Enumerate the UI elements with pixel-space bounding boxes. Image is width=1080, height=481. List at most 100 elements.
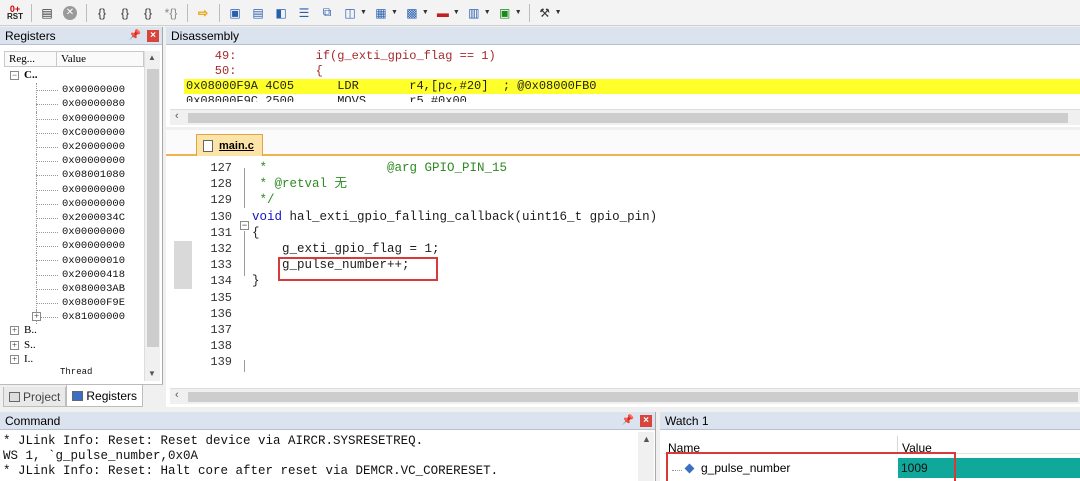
fold-line <box>244 231 245 276</box>
register-row[interactable]: 0x00000000 <box>4 111 144 126</box>
fold-toggle-icon[interactable]: − <box>240 221 249 230</box>
register-row[interactable]: 0xC0000000 <box>4 125 144 140</box>
register-row[interactable]: 0x00000010 <box>4 253 144 268</box>
code-line[interactable] <box>252 338 1072 354</box>
register-row-partial[interactable]: Thread <box>4 367 144 377</box>
register-row[interactable]: +0x81000000 <box>4 310 144 325</box>
current-instruction-line[interactable]: 0x08000F9A 4C05 LDR r4,[pc,#20] ; @0x080… <box>184 79 1080 94</box>
register-group-core[interactable]: − C.. <box>4 69 144 83</box>
show-next-statement-button[interactable]: ⇨ <box>192 2 214 24</box>
code-line[interactable]: * @retval 无 <box>252 176 1072 192</box>
register-row[interactable]: 0x20000418 <box>4 267 144 282</box>
memory-windows-button[interactable]: ▦ <box>370 2 392 24</box>
step-into-button[interactable]: {} <box>91 2 113 24</box>
tab-registers[interactable]: Registers <box>66 385 144 407</box>
value-column-header[interactable]: Value <box>898 436 932 455</box>
registers-scrollbar[interactable]: ▲ ▼ <box>144 51 160 381</box>
memory-windows-dropdown[interactable]: ▼ <box>391 9 398 16</box>
code-line[interactable] <box>252 354 1072 370</box>
trace-windows-button[interactable]: ▥ <box>463 2 485 24</box>
code-line[interactable] <box>252 306 1072 322</box>
stop-button[interactable]: ✕ <box>59 2 81 24</box>
register-row[interactable]: 0x00000000 <box>4 154 144 169</box>
code-line[interactable] <box>252 322 1072 338</box>
register-column-header[interactable]: Reg... <box>5 52 57 66</box>
call-stack-button[interactable]: ⧉ <box>316 2 338 24</box>
toolbox-dropdown[interactable]: ▼ <box>555 9 562 16</box>
register-group[interactable]: + S.. <box>4 339 144 353</box>
register-row[interactable]: 0x2000034C <box>4 210 144 226</box>
disassembly-line[interactable]: 50: { <box>186 64 1080 79</box>
register-row[interactable]: 0x00000000 <box>4 83 144 98</box>
analysis-windows-dropdown[interactable]: ▼ <box>453 9 460 16</box>
register-row[interactable]: 0x080003AB <box>4 281 144 296</box>
serial-windows-dropdown[interactable]: ▼ <box>422 9 429 16</box>
scroll-up-icon[interactable]: ▲ <box>642 434 651 444</box>
serial-windows-button[interactable]: ▩ <box>401 2 423 24</box>
code-line[interactable]: g_exti_gpio_flag = 1; <box>252 241 1072 257</box>
scrollbar-thumb[interactable] <box>188 392 1078 402</box>
disassembly-line[interactable]: 0x08000F9C 2500 MOVS r5,#0x00 <box>186 94 1080 102</box>
step-over-button[interactable]: {} <box>114 2 136 24</box>
registers-header: Reg... Value <box>4 51 144 67</box>
reset-button[interactable]: 0+ RST <box>4 2 26 24</box>
code-line[interactable]: * @arg GPIO_PIN_15 <box>252 160 1072 176</box>
code-line[interactable]: { <box>252 225 1072 241</box>
register-group[interactable]: + B.. <box>4 324 144 338</box>
system-viewer-dropdown[interactable]: ▼ <box>515 9 522 16</box>
symbols-window-button[interactable]: ◧ <box>270 2 292 24</box>
command-scrollbar[interactable]: ▲ <box>638 432 654 481</box>
expand-icon[interactable]: + <box>10 326 19 336</box>
disassembly-line[interactable]: 49: if(g_exti_gpio_flag == 1) <box>186 49 1080 64</box>
code-line[interactable]: */ <box>252 192 1072 208</box>
name-column-header[interactable]: Name <box>664 436 898 455</box>
close-icon[interactable]: × <box>147 29 159 42</box>
register-row[interactable]: 0x08000F9E <box>4 296 144 311</box>
editor-hscrollbar[interactable]: ‹ <box>170 388 1080 404</box>
pin-icon[interactable]: 📌 <box>622 415 634 426</box>
scroll-down-icon[interactable]: ▼ <box>148 369 156 378</box>
breakpoint-gutter[interactable] <box>174 160 192 390</box>
register-row[interactable]: 0x00000000 <box>4 239 144 254</box>
expand-icon[interactable]: + <box>10 354 19 364</box>
register-row[interactable]: 0x00000000 <box>4 182 144 197</box>
code-line[interactable] <box>252 290 1072 306</box>
run-to-cursor-button[interactable]: *{} <box>160 2 182 24</box>
trace-windows-dropdown[interactable]: ▼ <box>484 9 491 16</box>
system-viewer-button[interactable]: ▣ <box>494 2 516 24</box>
run-button[interactable]: ▤ <box>36 2 58 24</box>
register-row[interactable]: 0x00000080 <box>4 97 144 112</box>
watch-windows-dropdown[interactable]: ▼ <box>360 9 367 16</box>
tab-project[interactable]: Project <box>3 387 67 407</box>
code-line[interactable]: void hal_exti_gpio_falling_callback(uint… <box>252 209 1072 225</box>
watch-windows-button[interactable]: ◫ <box>339 2 361 24</box>
tab-main-c[interactable]: main.c <box>196 134 263 156</box>
register-row[interactable]: 0x20000000 <box>4 139 144 155</box>
disassembly-hscrollbar[interactable]: ‹ <box>170 109 1080 125</box>
register-row[interactable]: 0x08001080 <box>4 168 144 183</box>
register-row[interactable]: 0x00000000 <box>4 196 144 211</box>
register-row[interactable]: 0x00000000 <box>4 225 144 240</box>
collapse-icon[interactable]: − <box>10 71 19 80</box>
register-group[interactable]: + I.. <box>4 353 144 367</box>
scrollbar-thumb[interactable] <box>188 113 1068 123</box>
register-value: 0x00000000 <box>62 226 126 239</box>
scroll-up-icon[interactable]: ▲ <box>148 53 156 62</box>
pin-icon[interactable]: 📌 <box>129 30 141 41</box>
analysis-windows-button[interactable]: ▬ <box>432 2 454 24</box>
registers-window-button[interactable]: ☰ <box>293 2 315 24</box>
expand-icon[interactable]: + <box>10 340 19 350</box>
scrollbar-thumb[interactable] <box>147 69 159 347</box>
line-numbers: 127 128 129 130 131 132 133 134 135 136 137 138 139 <box>194 160 238 370</box>
disassembly-window-button[interactable]: ▤ <box>247 2 269 24</box>
toolbox-button[interactable]: ⚒ <box>534 2 556 24</box>
expand-icon[interactable]: + <box>32 312 41 322</box>
scroll-left-icon[interactable]: ‹ <box>175 110 179 122</box>
command-window-button[interactable]: ▣ <box>224 2 246 24</box>
command-output-line: WS 1, `g_pulse_number,0x0A <box>3 449 199 463</box>
step-out-button[interactable]: {} <box>137 2 159 24</box>
toolbar-separator <box>219 3 220 22</box>
scroll-left-icon[interactable]: ‹ <box>175 389 179 401</box>
value-column-header[interactable]: Value <box>57 52 86 66</box>
close-icon[interactable]: × <box>640 414 652 427</box>
